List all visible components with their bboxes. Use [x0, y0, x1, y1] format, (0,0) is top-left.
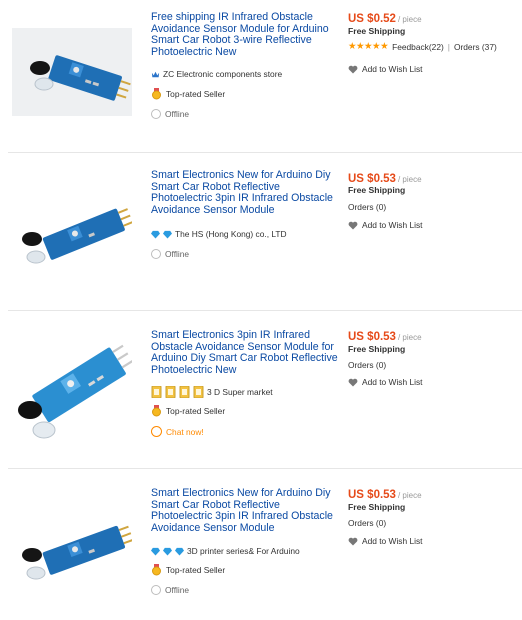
heart-icon [348, 221, 358, 229]
seller-status: Offline [151, 249, 189, 259]
product-title[interactable]: Smart Electronics New for Arduino Diy Sm… [151, 169, 341, 216]
medal-icon [179, 386, 190, 398]
crown-icon [151, 71, 160, 77]
top-rated-label: Top-rated Seller [166, 406, 226, 416]
price-value: US $0.53 [348, 331, 396, 343]
heart-icon [348, 378, 358, 386]
diamond-icon [151, 547, 160, 556]
price-unit: / piece [397, 333, 422, 342]
top-rated-badge: Top-rated Seller [151, 405, 225, 417]
free-shipping: Free Shipping [348, 502, 406, 512]
wishlist-label: Add to Wish List [362, 64, 423, 74]
status-label: Offline [165, 249, 190, 259]
product-title[interactable]: Free shipping IR Infrared Obstacle Avoid… [151, 11, 341, 58]
seller-name[interactable]: 3D printer series& For Arduino [151, 546, 300, 556]
medal-icon [165, 386, 176, 398]
offline-icon [151, 109, 161, 119]
chat-now-button[interactable]: Chat now! [151, 426, 204, 437]
seller-name[interactable]: ZC Electronic components store [151, 69, 282, 79]
product-image[interactable] [12, 511, 132, 606]
add-to-wishlist-button[interactable]: Add to Wish List [348, 377, 423, 387]
product-image[interactable] [12, 28, 132, 116]
seller-name-label: ZC Electronic components store [163, 69, 283, 79]
price-value: US $0.52 [348, 13, 396, 25]
rating-row: ★★★★★ Feedback(22) | Orders (37) [348, 41, 497, 52]
orders-count[interactable]: Orders (0) [348, 202, 386, 212]
product-listing: Free shipping IR Infrared Obstacle Avoid… [0, 0, 522, 152]
price-unit: / piece [397, 175, 422, 184]
price-value: US $0.53 [348, 489, 396, 501]
product-title[interactable]: Smart Electronics New for Arduino Diy Sm… [151, 487, 341, 534]
orders-count-row: Orders (0) [348, 518, 386, 528]
free-shipping: Free Shipping [348, 185, 406, 195]
star-rating-icon: ★★★★★ [348, 41, 389, 52]
price: US $0.53/ piece [348, 173, 422, 185]
orders-count[interactable]: Orders (0) [348, 518, 386, 528]
medal-icon [152, 405, 161, 417]
top-rated-label: Top-rated Seller [166, 565, 226, 575]
price-unit: / piece [397, 491, 422, 500]
medal-icon [151, 386, 162, 398]
product-listing: Smart Electronics New for Arduino Diy Sm… [0, 469, 522, 620]
wishlist-label: Add to Wish List [362, 377, 423, 387]
seller-status: Offline [151, 109, 189, 119]
seller-name[interactable]: 3 D Super market [151, 386, 273, 398]
seller-name-label: The HS (Hong Kong) co., LTD [175, 229, 287, 239]
diamond-icon [175, 547, 184, 556]
offline-icon [151, 585, 161, 595]
status-label: Offline [165, 585, 190, 595]
orders-count-row: Orders (0) [348, 202, 386, 212]
product-listing: Smart Electronics New for Arduino Diy Sm… [0, 153, 522, 310]
product-title[interactable]: Smart Electronics 3pin IR Infrared Obsta… [151, 329, 341, 376]
status-label: Chat now! [166, 426, 204, 437]
product-image[interactable] [12, 195, 132, 290]
add-to-wishlist-button[interactable]: Add to Wish List [348, 536, 423, 546]
product-image[interactable] [12, 326, 132, 450]
top-rated-badge: Top-rated Seller [151, 564, 225, 576]
price: US $0.53/ piece [348, 331, 422, 343]
add-to-wishlist-button[interactable]: Add to Wish List [348, 220, 423, 230]
seller-name-label: 3 D Super market [207, 387, 273, 397]
separator: | [447, 41, 450, 52]
orders-count[interactable]: Orders (0) [348, 360, 386, 370]
heart-icon [348, 537, 358, 545]
top-rated-label: Top-rated Seller [166, 89, 226, 99]
offline-icon [151, 249, 161, 259]
price-value: US $0.53 [348, 173, 396, 185]
free-shipping: Free Shipping [348, 344, 406, 354]
medal-icon [152, 88, 161, 100]
chat-icon [151, 426, 162, 437]
add-to-wishlist-button[interactable]: Add to Wish List [348, 64, 423, 74]
seller-name-label: 3D printer series& For Arduino [187, 546, 300, 556]
product-listing: Smart Electronics 3pin IR Infrared Obsta… [0, 311, 522, 468]
medal-icon [152, 564, 161, 576]
price: US $0.53/ piece [348, 489, 422, 501]
free-shipping: Free Shipping [348, 26, 406, 36]
diamond-icon [163, 547, 172, 556]
wishlist-label: Add to Wish List [362, 220, 423, 230]
orders-count[interactable]: Orders (37) [454, 42, 497, 52]
seller-status: Offline [151, 585, 189, 595]
status-label: Offline [165, 109, 190, 119]
seller-name[interactable]: The HS (Hong Kong) co., LTD [151, 229, 287, 239]
price: US $0.52/ piece [348, 13, 422, 25]
orders-count-row: Orders (0) [348, 360, 386, 370]
medal-icon [193, 386, 204, 398]
diamond-icon [151, 230, 160, 239]
diamond-icon [163, 230, 172, 239]
wishlist-label: Add to Wish List [362, 536, 423, 546]
heart-icon [348, 65, 358, 73]
top-rated-badge: Top-rated Seller [151, 88, 225, 100]
price-unit: / piece [397, 15, 422, 24]
feedback-link[interactable]: Feedback(22) [392, 42, 444, 52]
